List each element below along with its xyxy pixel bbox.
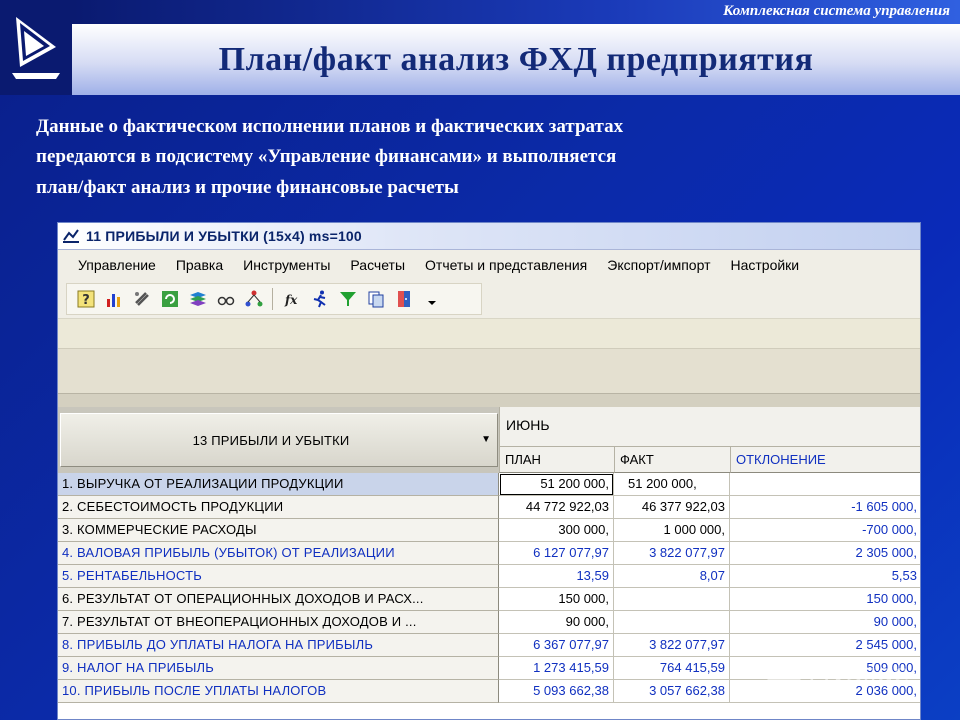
cell-fact[interactable]: 3 822 077,97 xyxy=(614,542,730,565)
watermark: MySlide xyxy=(766,652,956,696)
cell-plan[interactable]: 51 200 000, xyxy=(499,473,614,496)
cell-fact[interactable]: 8,07 xyxy=(614,565,730,588)
menu-bar: Управление Правка Инструменты Расчеты От… xyxy=(58,250,920,280)
cell-deviation[interactable]: 90 000, xyxy=(730,611,920,634)
cell-fact[interactable]: 51 200 000, xyxy=(614,473,730,496)
row-label: 8. ПРИБЫЛЬ ДО УПЛАТЫ НАЛОГА НА ПРИБЫЛЬ xyxy=(58,634,499,657)
menu-item-management[interactable]: Управление xyxy=(78,257,156,273)
app-icon xyxy=(63,229,79,243)
run-icon[interactable] xyxy=(307,287,332,312)
window-title: 11 ПРИБЫЛИ И УБЫТКИ (15x4) ms=100 xyxy=(86,228,362,244)
toolbar: ? fx xyxy=(66,283,482,315)
cell-fact[interactable]: 3 057 662,38 xyxy=(614,680,730,703)
dimension-label: 13 ПРИБЫЛИ И УБЫТКИ xyxy=(192,432,350,448)
tree-icon[interactable] xyxy=(241,287,266,312)
chart-icon[interactable] xyxy=(101,287,126,312)
table-row[interactable]: 5. РЕНТАБЕЛЬНОСТЬ 13,59 8,07 5,53 xyxy=(58,565,920,588)
cell-deviation[interactable] xyxy=(730,473,920,496)
cell-plan[interactable]: 150 000, xyxy=(499,588,614,611)
row-label: 6. РЕЗУЛЬТАТ ОТ ОПЕРАЦИОННЫХ ДОХОДОВ И Р… xyxy=(58,588,499,611)
row-label: 4. ВАЛОВАЯ ПРИБЫЛЬ (УБЫТОК) ОТ РЕАЛИЗАЦИ… xyxy=(58,542,499,565)
glasses-icon[interactable] xyxy=(213,287,238,312)
row-label: 3. КОММЕРЧЕСКИЕ РАСХОДЫ xyxy=(58,519,499,542)
svg-text:fx: fx xyxy=(284,293,298,307)
dropdown-arrow-icon[interactable] xyxy=(419,287,444,312)
intro-line: Данные о фактическом исполнении планов и… xyxy=(36,116,624,137)
row-label: 1. ВЫРУЧКА ОТ РЕАЛИЗАЦИИ ПРОДУКЦИИ xyxy=(58,473,499,496)
panel-gap xyxy=(58,394,920,407)
cell-plan[interactable]: 5 093 662,38 xyxy=(499,680,614,703)
door-icon[interactable] xyxy=(391,287,416,312)
dimension-selector[interactable]: 13 ПРИБЫЛИ И УБЫТКИ ▼ xyxy=(60,413,498,467)
menu-item-tools[interactable]: Инструменты xyxy=(243,257,330,273)
slide-title: План/факт анализ ФХД предприятия xyxy=(218,40,814,78)
watermark-text: MySlide xyxy=(808,659,910,689)
cell-deviation[interactable]: 2 305 000, xyxy=(730,542,920,565)
column-header-deviation[interactable]: ОТКЛОНЕНИЕ xyxy=(730,447,920,473)
column-header-fact[interactable]: ФАКТ xyxy=(614,447,730,473)
cell-fact[interactable] xyxy=(614,588,730,611)
cell-deviation[interactable]: 150 000, xyxy=(730,588,920,611)
table-row[interactable]: 7. РЕЗУЛЬТАТ ОТ ВНЕОПЕРАЦИОННЫХ ДОХОДОВ … xyxy=(58,611,920,634)
layers-icon[interactable] xyxy=(185,287,210,312)
sail-logo-icon xyxy=(12,16,60,79)
panel-strip xyxy=(58,318,920,348)
column-header-plan[interactable]: ПЛАН xyxy=(499,447,614,473)
cell-fact[interactable] xyxy=(614,611,730,634)
row-label: 10. ПРИБЫЛЬ ПОСЛЕ УПЛАТЫ НАЛОГОВ xyxy=(58,680,499,703)
app-window: 11 ПРИБЫЛИ И УБЫТКИ (15x4) ms=100 Управл… xyxy=(57,222,921,720)
title-bar: План/факт анализ ФХД предприятия xyxy=(72,24,960,95)
row-label: 2. СЕБЕСТОИМОСТЬ ПРОДУКЦИИ xyxy=(58,496,499,519)
toolbar-separator xyxy=(272,288,273,310)
menu-item-export-import[interactable]: Экспорт/импорт xyxy=(607,257,710,273)
link-icon[interactable] xyxy=(129,287,154,312)
cell-fact[interactable]: 764 415,59 xyxy=(614,657,730,680)
table-row[interactable]: 3. КОММЕРЧЕСКИЕ РАСХОДЫ 300 000, 1 000 0… xyxy=(58,519,920,542)
company-logo xyxy=(0,0,72,95)
intro-line: план/факт анализ и прочие финансовые рас… xyxy=(36,176,459,198)
row-label: 9. НАЛОГ НА ПРИБЫЛЬ xyxy=(58,657,499,680)
cell-fact[interactable]: 46 377 922,03 xyxy=(614,496,730,519)
menu-item-calculations[interactable]: Расчеты xyxy=(350,257,405,273)
toolbar-row: ? fx xyxy=(58,280,920,318)
function-icon[interactable]: fx xyxy=(279,287,304,312)
cell-plan[interactable]: 6 367 077,97 xyxy=(499,634,614,657)
dimension-area: 13 ПРИБЫЛИ И УБЫТКИ ▼ xyxy=(58,407,499,473)
window-titlebar[interactable]: 11 ПРИБЫЛИ И УБЫТКИ (15x4) ms=100 xyxy=(58,223,920,250)
intro-line: передаются в подсистему «Управление фина… xyxy=(36,146,617,168)
table-row[interactable]: 2. СЕБЕСТОИМОСТЬ ПРОДУКЦИИ 44 772 922,03… xyxy=(58,496,920,519)
table-row[interactable]: 6. РЕЗУЛЬТАТ ОТ ОПЕРАЦИОННЫХ ДОХОДОВ И Р… xyxy=(58,588,920,611)
cell-plan[interactable]: 13,59 xyxy=(499,565,614,588)
row-label: 5. РЕНТАБЕЛЬНОСТЬ xyxy=(58,565,499,588)
tagline: Комплексная система управления xyxy=(723,3,950,19)
header-band: Комплексная система управления xyxy=(72,0,960,24)
cell-deviation[interactable]: -700 000, xyxy=(730,519,920,542)
copy-icon[interactable] xyxy=(363,287,388,312)
table-row[interactable]: 4. ВАЛОВАЯ ПРИБЫЛЬ (УБЫТОК) ОТ РЕАЛИЗАЦИ… xyxy=(58,542,920,565)
menu-item-edit[interactable]: Правка xyxy=(176,257,223,273)
filter-icon[interactable] xyxy=(335,287,360,312)
panel-strip xyxy=(58,348,920,394)
row-label: 7. РЕЗУЛЬТАТ ОТ ВНЕОПЕРАЦИОННЫХ ДОХОДОВ … xyxy=(58,611,499,634)
dropdown-arrow-icon[interactable]: ▼ xyxy=(481,434,491,445)
cell-plan[interactable]: 1 273 415,59 xyxy=(499,657,614,680)
presentation-board-icon xyxy=(767,658,801,690)
month-header: ИЮНЬ xyxy=(499,407,920,447)
cell-plan[interactable]: 300 000, xyxy=(499,519,614,542)
svg-text:?: ? xyxy=(82,293,90,308)
cell-fact[interactable]: 3 822 077,97 xyxy=(614,634,730,657)
cell-plan[interactable]: 6 127 077,97 xyxy=(499,542,614,565)
cell-fact[interactable]: 1 000 000, xyxy=(614,519,730,542)
refresh-icon[interactable] xyxy=(157,287,182,312)
cell-plan[interactable]: 44 772 922,03 xyxy=(499,496,614,519)
cell-deviation[interactable]: 5,53 xyxy=(730,565,920,588)
menu-item-reports[interactable]: Отчеты и представления xyxy=(425,257,587,273)
menu-item-settings[interactable]: Настройки xyxy=(730,257,799,273)
intro-text: Данные о фактическом исполнении планов и… xyxy=(36,112,916,203)
help-icon[interactable]: ? xyxy=(73,287,98,312)
table-row[interactable]: 1. ВЫРУЧКА ОТ РЕАЛИЗАЦИИ ПРОДУКЦИИ 51 20… xyxy=(58,473,920,496)
cell-plan[interactable]: 90 000, xyxy=(499,611,614,634)
cell-deviation[interactable]: -1 605 000, xyxy=(730,496,920,519)
